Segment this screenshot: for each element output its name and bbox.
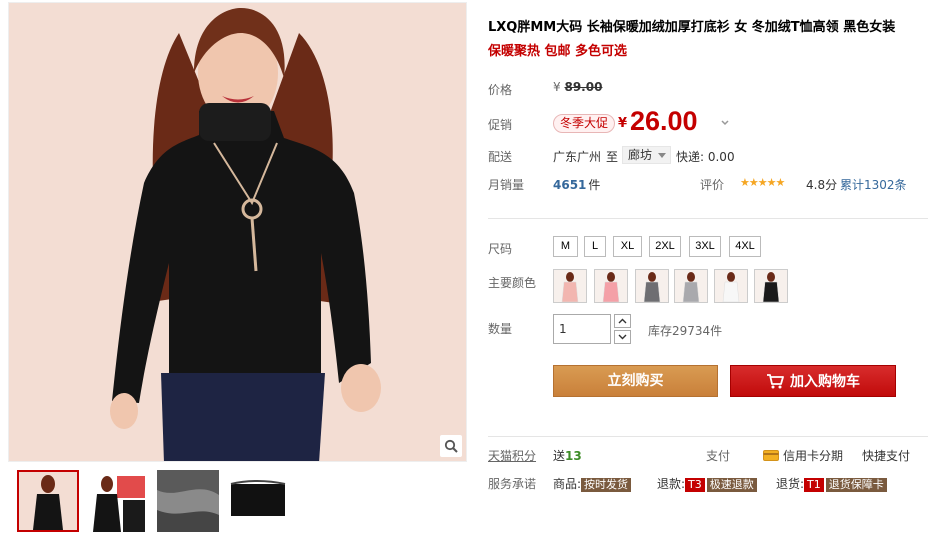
refund-code-badge: T3 <box>685 478 705 492</box>
model-photo <box>9 3 466 461</box>
quantity-label: 数量 <box>488 322 513 336</box>
size-option-4xl[interactable]: 4XL <box>729 236 761 257</box>
refund-tag: 极速退款 <box>706 478 757 492</box>
quantity-decrease-button[interactable] <box>614 330 631 344</box>
promise-goods[interactable]: 商品: 按时发货 <box>553 475 632 492</box>
promo-badge: 冬季大促 <box>553 114 616 133</box>
thumbnail-2[interactable] <box>87 470 149 532</box>
currency-symbol: ¥ <box>553 80 561 94</box>
color-swatch-3[interactable] <box>635 269 669 303</box>
points-value: 送13 <box>553 447 582 464</box>
tmall-points-link[interactable]: 天猫积分 <box>488 447 536 464</box>
size-option-xl[interactable]: XL <box>613 236 642 257</box>
swatch-image <box>636 270 668 302</box>
swatch-image <box>755 270 787 302</box>
rating-value: 4.8 <box>806 178 826 192</box>
credit-card-icon <box>763 450 779 461</box>
buy-now-button[interactable]: 立刻购买 <box>553 365 718 397</box>
rating-label: 评价 <box>700 178 725 192</box>
return-tag: 退货保障卡 <box>825 478 887 492</box>
add-to-cart-button[interactable]: 加入购物车 <box>730 365 896 397</box>
color-swatch-2[interactable] <box>594 269 628 303</box>
chevron-down-icon[interactable] <box>720 118 730 128</box>
goods-tag: 按时发货 <box>581 478 632 492</box>
return-prefix: 退货: <box>776 477 805 491</box>
size-option-3xl[interactable]: 3XL <box>689 236 721 257</box>
color-label: 主要颜色 <box>488 276 537 290</box>
chevron-up-icon <box>618 318 627 324</box>
credit-installment[interactable]: 信用卡分期 <box>763 447 843 464</box>
goods-prefix: 商品: <box>553 477 582 491</box>
price-label: 价格 <box>488 83 513 97</box>
monthly-sales-label: 月销量 <box>488 178 525 192</box>
section-divider <box>488 218 928 219</box>
swatch-image <box>595 270 627 302</box>
thumbnail-4[interactable] <box>227 470 289 532</box>
promo-label: 促销 <box>488 118 513 132</box>
color-swatch-1[interactable] <box>553 269 587 303</box>
caret-down-icon <box>658 153 667 158</box>
swatch-image <box>715 270 747 302</box>
sales-count-value: 4651 <box>553 178 587 192</box>
quick-pay[interactable]: 快捷支付 <box>862 447 910 464</box>
product-subtitle: 保暖聚热 包邮 多色可选 <box>488 44 628 59</box>
cart-icon <box>767 374 784 389</box>
original-price-value: 89.00 <box>564 80 603 94</box>
product-main-image[interactable] <box>8 2 467 462</box>
thumbnail-strip <box>8 466 467 540</box>
star-rating-icon: ★★★★★ <box>740 176 785 189</box>
sales-unit: 件 <box>588 178 601 192</box>
destination-select[interactable]: 廊坊 <box>622 146 672 164</box>
promise-return[interactable]: 退货: T1 退货保障卡 <box>776 475 887 492</box>
service-promise-label: 服务承诺 <box>488 477 537 491</box>
refund-prefix: 退款: <box>657 477 686 491</box>
rating-unit: 分 <box>825 178 838 192</box>
credit-installment-label: 信用卡分期 <box>783 449 844 463</box>
shipping-origin: 广东广州 <box>553 150 602 164</box>
payment-label: 支付 <box>706 449 731 463</box>
chevron-down-icon <box>618 334 627 340</box>
shipping-label: 配送 <box>488 150 513 164</box>
add-to-cart-label: 加入购物车 <box>790 374 860 390</box>
express-fee: 快递: 0.00 <box>676 150 735 164</box>
points-number: 13 <box>565 449 582 463</box>
size-option-l[interactable]: L <box>584 236 606 257</box>
rating-score: 4.8分 <box>806 176 837 193</box>
swatch-image <box>554 270 586 302</box>
zoom-icon[interactable] <box>440 435 462 457</box>
size-label: 尺码 <box>488 242 513 256</box>
color-swatch-5[interactable] <box>714 269 748 303</box>
promo-price: 26.00 <box>630 106 698 136</box>
monthly-sales-count: 4651 件 <box>553 176 600 193</box>
promise-refund[interactable]: 退款: T3 极速退款 <box>657 475 757 492</box>
swatch-image <box>675 270 707 302</box>
review-count-link[interactable]: 累计1302条 <box>840 176 907 193</box>
promo-currency-symbol: ¥ <box>618 116 628 131</box>
original-price: ¥ 89.00 <box>553 80 602 94</box>
thumbnail-1[interactable] <box>17 470 79 532</box>
product-title: LXQ胖MM大码 长袖保暖加绒加厚打底衫 女 冬加绒T恤高领 黑色女装 <box>488 20 896 35</box>
size-option-m[interactable]: M <box>553 236 578 257</box>
color-swatch-6[interactable] <box>754 269 788 303</box>
size-option-2xl[interactable]: 2XL <box>649 236 681 257</box>
quantity-input[interactable]: 1 <box>553 314 611 344</box>
thumbnail-3[interactable] <box>157 470 219 532</box>
section-divider-2 <box>488 436 928 437</box>
quantity-increase-button[interactable] <box>614 314 631 328</box>
shipping-to-word: 至 <box>606 150 619 164</box>
destination-value: 廊坊 <box>628 148 653 162</box>
return-code-badge: T1 <box>804 478 824 492</box>
color-swatch-4[interactable] <box>674 269 708 303</box>
points-prefix: 送 <box>553 449 566 463</box>
stock-count: 库存29734件 <box>648 324 723 338</box>
